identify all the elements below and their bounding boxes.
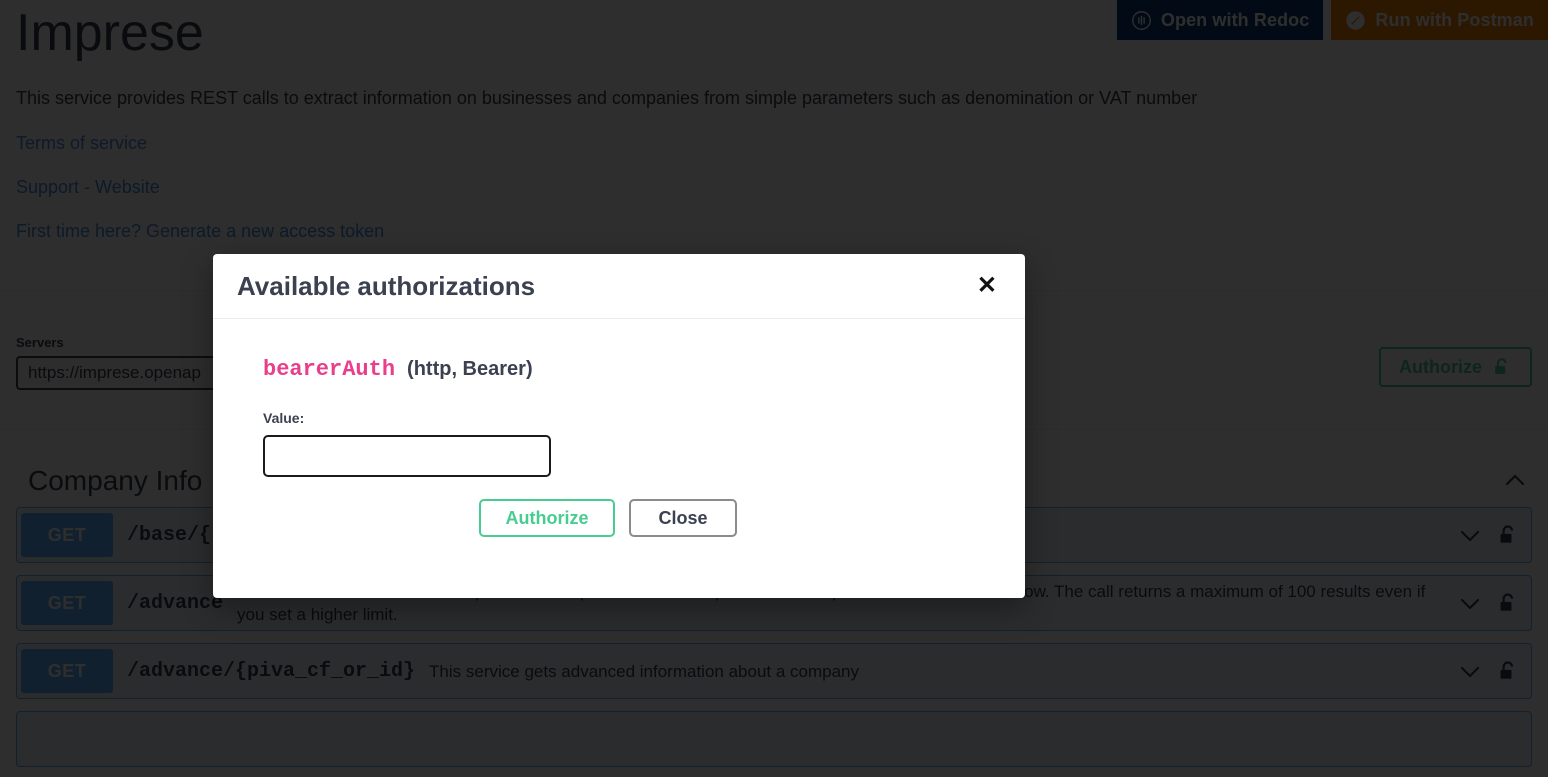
security-scheme-header: bearerAuth (http, Bearer) [263,357,975,382]
modal-close-button[interactable]: Close [629,499,737,537]
close-icon[interactable]: ✕ [973,274,1001,298]
value-label: Value: [263,410,305,426]
modal-authorize-button[interactable]: Authorize [479,499,615,537]
available-authorizations-modal: Available authorizations ✕ bearerAuth (h… [213,254,1025,598]
modal-body: bearerAuth (http, Bearer) Value: Authori… [213,319,1025,537]
modal-header: Available authorizations ✕ [213,254,1025,319]
security-scheme-type: (http, Bearer) [407,358,533,380]
modal-actions: Authorize Close [479,499,975,537]
modal-title: Available authorizations [237,270,536,301]
auth-value-input[interactable] [263,435,551,477]
security-scheme-name: bearerAuth [263,357,396,382]
